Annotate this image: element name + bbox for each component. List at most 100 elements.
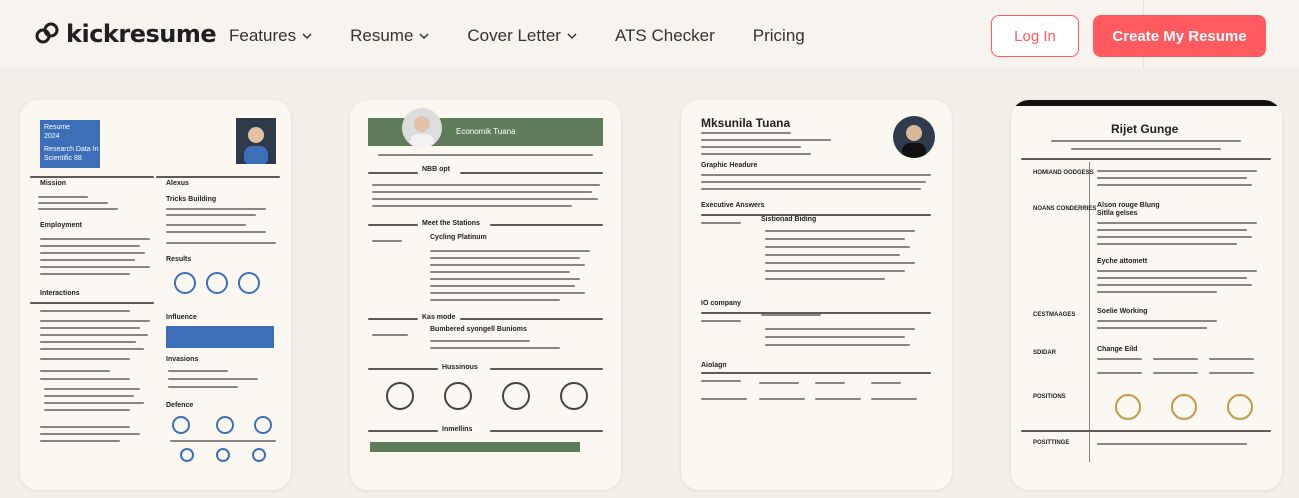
template-title: Economik Tuana bbox=[456, 127, 516, 136]
section-heading: Sistionad Biding bbox=[761, 216, 817, 223]
top-stripe bbox=[1011, 100, 1282, 106]
menu-features[interactable]: Features bbox=[229, 26, 312, 46]
section-heading: Results bbox=[166, 256, 192, 263]
text-line bbox=[765, 254, 900, 256]
section-heading: Interactions bbox=[40, 290, 80, 297]
text-line bbox=[1097, 222, 1257, 224]
brand-logo[interactable]: kickresume bbox=[34, 20, 217, 48]
resume-template-card-1[interactable]: Resume 2024 Research Data In Scientific … bbox=[20, 100, 291, 490]
item-heading: Change Eild bbox=[1097, 346, 1138, 353]
text-line bbox=[1097, 170, 1257, 172]
text-line bbox=[701, 398, 747, 400]
menu-pricing[interactable]: Pricing bbox=[753, 26, 805, 46]
section-heading: Executive Answers bbox=[701, 202, 765, 209]
section-heading: POSITIONS bbox=[1033, 394, 1066, 400]
text-line bbox=[40, 348, 144, 350]
section-heading: POSITTINGE bbox=[1033, 440, 1070, 446]
text-line bbox=[871, 382, 901, 384]
menu-cover-letter[interactable]: Cover Letter bbox=[467, 26, 577, 46]
text-line bbox=[765, 262, 915, 264]
text-line bbox=[166, 214, 256, 216]
text-line bbox=[759, 382, 799, 384]
skill-icon bbox=[1227, 394, 1253, 420]
text-line bbox=[765, 336, 905, 338]
header-line: 2024 bbox=[44, 133, 60, 140]
text-line bbox=[759, 398, 805, 400]
divider bbox=[30, 302, 154, 304]
text-line bbox=[430, 271, 570, 273]
menu-resume[interactable]: Resume bbox=[350, 26, 429, 46]
text-line bbox=[170, 440, 276, 442]
login-button[interactable]: Log In bbox=[991, 15, 1079, 57]
skill-icon bbox=[172, 416, 190, 434]
text-line bbox=[40, 310, 130, 312]
text-line bbox=[701, 188, 921, 190]
text-line bbox=[765, 246, 910, 248]
resume-template-card-2[interactable]: Economik Tuana NBB opt Meet the Stations… bbox=[350, 100, 621, 490]
resume-template-card-4[interactable]: Rijet Gunge HOMIAND OODGESS NOANS CONDER… bbox=[1011, 100, 1282, 490]
text-line bbox=[40, 266, 150, 268]
divider bbox=[30, 176, 154, 178]
text-line bbox=[871, 398, 917, 400]
text-line bbox=[38, 196, 88, 198]
skill-icon bbox=[502, 382, 530, 410]
text-line bbox=[40, 334, 148, 336]
text-line bbox=[1097, 443, 1247, 445]
text-line bbox=[40, 273, 130, 275]
skill-icon bbox=[254, 416, 272, 434]
menu-cover-letter-label: Cover Letter bbox=[467, 26, 561, 45]
text-line bbox=[1071, 148, 1221, 150]
divider bbox=[368, 172, 418, 174]
item-heading: Eyche attomett bbox=[1097, 258, 1148, 265]
skill-icon bbox=[444, 382, 472, 410]
section-heading: CESTMAAGES bbox=[1033, 312, 1076, 318]
text-line bbox=[40, 433, 140, 435]
divider bbox=[490, 368, 603, 370]
section-heading: Kas mode bbox=[422, 314, 456, 321]
text-line bbox=[1097, 243, 1237, 245]
text-line bbox=[1097, 358, 1142, 360]
text-line bbox=[765, 278, 885, 280]
text-line bbox=[1097, 229, 1247, 231]
highlight-box bbox=[166, 326, 274, 348]
skill-icon bbox=[252, 448, 266, 462]
person-icon bbox=[902, 125, 926, 158]
text-line bbox=[40, 440, 120, 442]
section-heading: Employment bbox=[40, 222, 83, 229]
section-heading: Meet the Stations bbox=[422, 220, 480, 227]
item-heading: Soelie Working bbox=[1097, 308, 1148, 315]
resume-header-box: Resume 2024 Research Data In Scientific … bbox=[40, 120, 100, 168]
text-line bbox=[1097, 327, 1207, 329]
text-line bbox=[815, 382, 845, 384]
menu-ats-checker-label: ATS Checker bbox=[614, 26, 715, 45]
resume-template-card-3[interactable]: Mksunila Tuana Graphic Headure Executive… bbox=[681, 100, 952, 490]
chevron-down-icon bbox=[302, 33, 312, 40]
text-line bbox=[1097, 277, 1247, 279]
text-line bbox=[765, 230, 915, 232]
text-line bbox=[40, 245, 140, 247]
text-line bbox=[1153, 358, 1198, 360]
text-line bbox=[1209, 372, 1254, 374]
brand-name: kickresume bbox=[66, 20, 217, 48]
chevron-down-icon bbox=[567, 33, 577, 40]
text-line bbox=[44, 402, 144, 404]
section-heading: Alexus bbox=[166, 180, 189, 187]
section-heading: Bumbered syongell Bunioms bbox=[430, 326, 527, 333]
person-icon bbox=[410, 116, 434, 148]
skill-icon bbox=[206, 272, 228, 294]
text-line bbox=[1209, 358, 1254, 360]
menu-ats-checker[interactable]: ATS Checker bbox=[615, 26, 715, 46]
text-line bbox=[765, 238, 905, 240]
create-resume-button[interactable]: Create My Resume bbox=[1093, 15, 1266, 57]
item-heading: Alson rouge Blung bbox=[1097, 202, 1160, 209]
divider bbox=[368, 368, 438, 370]
header-line: Research Data In bbox=[44, 146, 99, 153]
menu-pricing-label: Pricing bbox=[752, 26, 805, 45]
header-line: Resume bbox=[44, 124, 71, 131]
section-heading: Inmellins bbox=[442, 426, 473, 433]
skill-icon bbox=[180, 448, 194, 462]
skill-icon bbox=[386, 382, 414, 410]
text-line bbox=[166, 242, 276, 244]
section-heading: NOANS CONDERRIES bbox=[1033, 206, 1097, 212]
person-icon bbox=[244, 127, 268, 164]
